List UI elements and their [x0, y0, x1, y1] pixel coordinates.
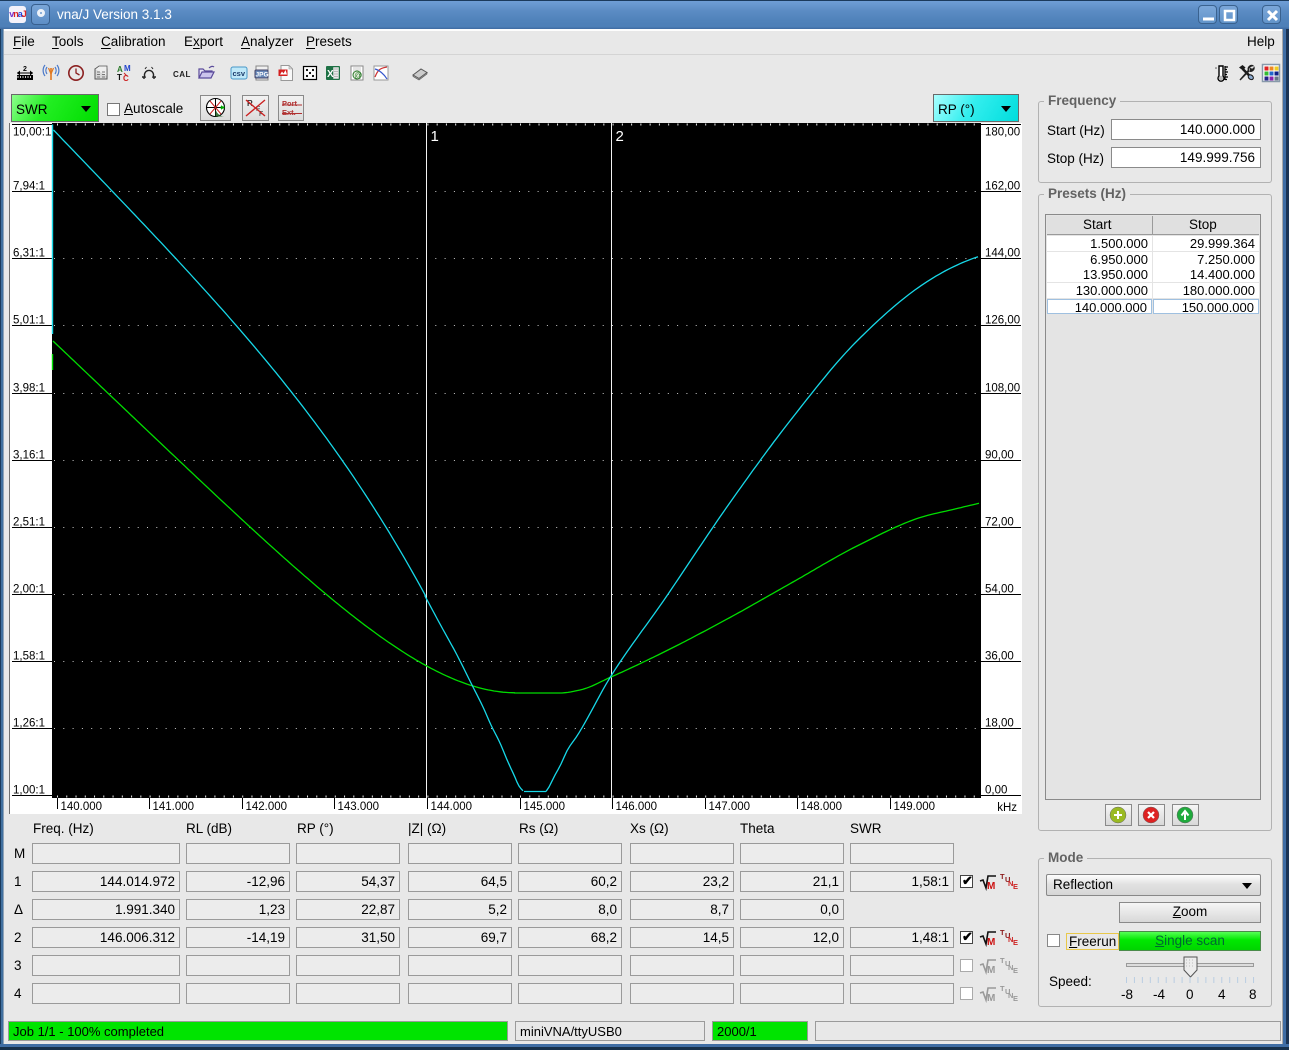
svg-text:149.000: 149.000 [894, 801, 936, 813]
svg-text:36,00: 36,00 [985, 651, 1014, 663]
svg-text:180,00: 180,00 [985, 127, 1020, 139]
svg-text:141.000: 141.000 [153, 801, 195, 813]
svg-text:M: M [987, 965, 995, 976]
svg-text:0,00: 0,00 [985, 785, 1007, 797]
svg-text:148.000: 148.000 [801, 801, 843, 813]
svg-text:E: E [1013, 938, 1018, 946]
svg-text:3,16:1: 3,16:1 [13, 450, 45, 462]
svg-text:@: @ [354, 71, 362, 80]
svg-text:2,00:1: 2,00:1 [13, 584, 45, 596]
svg-text:2,51:1: 2,51:1 [13, 517, 45, 529]
svg-text:E: E [1013, 882, 1018, 890]
svg-text:7,94:1: 7,94:1 [13, 181, 45, 193]
svg-text:18,00: 18,00 [985, 718, 1014, 730]
svg-text:csv: csv [233, 69, 246, 78]
svg-text:M: M [987, 881, 995, 892]
svg-text:Port: Port [282, 99, 298, 108]
svg-text:72,00: 72,00 [985, 517, 1014, 529]
svg-text:JPG: JPG [256, 72, 269, 79]
svg-text:108,00: 108,00 [985, 383, 1020, 395]
svg-text:145.000: 145.000 [524, 801, 566, 813]
svg-text:162,00: 162,00 [985, 181, 1020, 193]
svg-text:1,26:1: 1,26:1 [13, 718, 45, 730]
svg-text:M: M [124, 64, 131, 73]
svg-text:6,31:1: 6,31:1 [13, 248, 45, 260]
svg-text:2: 2 [23, 66, 27, 73]
svg-text:CAL: CAL [173, 70, 191, 79]
svg-text:140.000: 140.000 [61, 801, 103, 813]
svg-text:1,00:1: 1,00:1 [13, 785, 45, 797]
svg-text:Ext.: Ext. [282, 108, 296, 117]
svg-text:142.000: 142.000 [246, 801, 288, 813]
svg-text:144,00: 144,00 [985, 248, 1020, 260]
svg-text:2: 2 [616, 128, 624, 145]
svg-text:146.000: 146.000 [616, 801, 658, 813]
svg-text:M: M [987, 937, 995, 948]
svg-text:T: T [117, 73, 122, 82]
svg-text:144.000: 144.000 [431, 801, 473, 813]
svg-text:143.000: 143.000 [338, 801, 380, 813]
svg-text:3,98:1: 3,98:1 [13, 383, 45, 395]
svg-text:1: 1 [431, 128, 439, 145]
svg-text:E: E [1013, 994, 1018, 1002]
svg-text:147.000: 147.000 [709, 801, 751, 813]
svg-text:54,00: 54,00 [985, 584, 1014, 596]
svg-text:126,00: 126,00 [985, 315, 1020, 327]
svg-text:1,58:1: 1,58:1 [13, 651, 45, 663]
svg-text:M: M [987, 993, 995, 1004]
svg-text:E: E [1013, 966, 1018, 974]
svg-text:5,01:1: 5,01:1 [13, 315, 45, 327]
svg-text:90,00: 90,00 [985, 450, 1014, 462]
svg-text:X: X [327, 69, 334, 80]
svg-text:10,00:1: 10,00:1 [13, 127, 51, 139]
svg-text:kHz: kHz [997, 802, 1017, 814]
